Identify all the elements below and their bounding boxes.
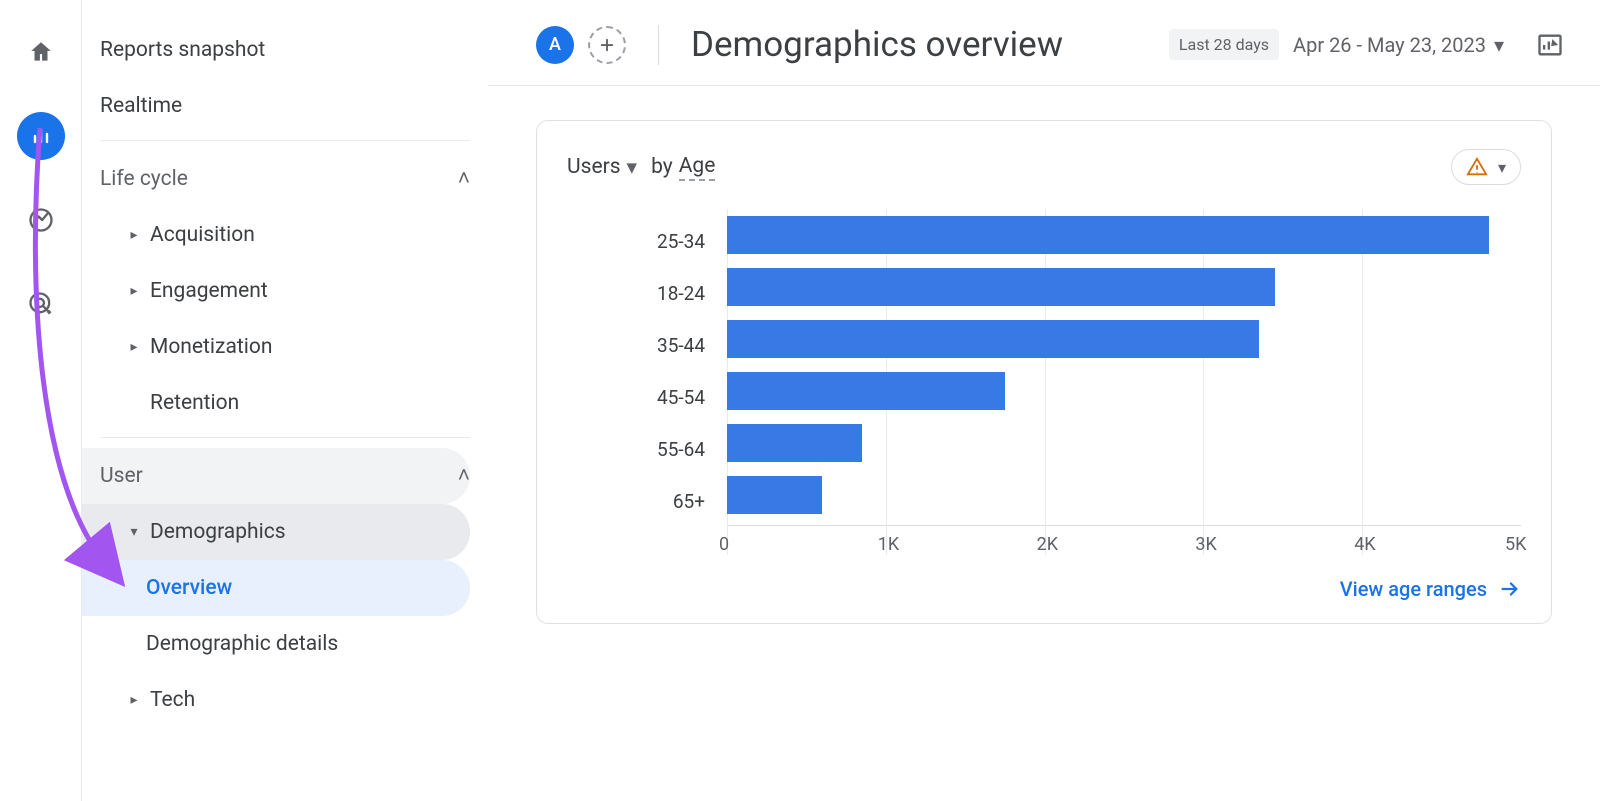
nav-label: Demographic details xyxy=(146,632,338,656)
y-tick-label: 18-24 xyxy=(567,267,727,319)
chevron-up-icon: ˄ xyxy=(458,167,470,191)
account-chip[interactable]: A xyxy=(536,26,574,64)
bars xyxy=(727,209,1521,521)
divider xyxy=(100,437,470,438)
bar-row xyxy=(727,209,1521,261)
sidebar-item-engagement[interactable]: ▸Engagement xyxy=(82,263,470,319)
sidebar-item-realtime[interactable]: Realtime xyxy=(82,78,470,134)
x-axis-labels: 01K2K3K4K5K xyxy=(727,525,1521,555)
nav-label: Life cycle xyxy=(100,167,188,191)
y-tick-label: 65+ xyxy=(567,475,727,527)
plus-icon xyxy=(598,36,616,54)
bar[interactable] xyxy=(727,268,1275,306)
bar-row xyxy=(727,365,1521,417)
date-range-picker[interactable]: Apr 26 - May 23, 2023 ▾ xyxy=(1293,33,1504,57)
add-comparison-button[interactable] xyxy=(588,26,626,64)
bar-row xyxy=(727,313,1521,365)
caret-right-icon: ▸ xyxy=(122,283,146,299)
nav-label: Reports snapshot xyxy=(100,38,265,62)
caret-right-icon: ▸ xyxy=(122,227,146,243)
main: A Demographics overview Last 28 days Apr… xyxy=(488,0,1600,801)
sidebar-item-demographics[interactable]: ▾Demographics xyxy=(82,504,470,560)
sidebar-section-lifecycle[interactable]: Life cycle ˄ xyxy=(82,151,470,207)
bar[interactable] xyxy=(727,372,1005,410)
caret-down-icon: ▾ xyxy=(122,524,146,540)
sidebar-section-user[interactable]: User ˄ xyxy=(82,448,470,504)
divider xyxy=(658,25,659,65)
nav-label: Demographics xyxy=(150,520,286,544)
nav-label: Engagement xyxy=(150,279,268,303)
x-tick-label: 4K xyxy=(1354,526,1513,555)
nav-label: Acquisition xyxy=(150,223,255,247)
x-tick-label: 3K xyxy=(1195,526,1354,555)
chevron-down-icon: ▾ xyxy=(1494,33,1504,57)
sidebar-item-demographic-details[interactable]: Demographic details xyxy=(82,616,470,672)
nav-label: Retention xyxy=(150,391,239,415)
view-age-ranges-link[interactable]: View age ranges xyxy=(1340,577,1521,601)
card-header: Users ▾ by Age ▾ xyxy=(567,149,1521,185)
warning-icon xyxy=(1466,156,1488,178)
nav-label: Tech xyxy=(150,688,195,712)
x-tick-label: 0 xyxy=(719,526,878,555)
metric-selector[interactable]: Users ▾ by Age xyxy=(567,154,715,181)
date-range-text: Apr 26 - May 23, 2023 xyxy=(1293,33,1486,57)
nav-label: Monetization xyxy=(150,335,272,359)
metric-name: Users xyxy=(567,155,621,179)
x-tick-label: 1K xyxy=(878,526,1037,555)
sidebar-item-tech[interactable]: ▸Tech xyxy=(82,672,470,728)
bar[interactable] xyxy=(727,320,1259,358)
content: Users ▾ by Age ▾ 25-3418-2435-4445-5455-… xyxy=(488,86,1600,658)
nav-label: Overview xyxy=(146,576,232,600)
chevron-down-icon: ▾ xyxy=(1498,158,1506,177)
y-axis-labels: 25-3418-2435-4445-5455-6465+ xyxy=(567,209,727,555)
y-tick-label: 25-34 xyxy=(567,215,727,267)
nav-label: User xyxy=(100,464,143,488)
dimension-name: Age xyxy=(679,154,716,181)
date-range-badge: Last 28 days xyxy=(1169,29,1279,60)
y-tick-label: 55-64 xyxy=(567,423,727,475)
page-title: Demographics overview xyxy=(691,24,1155,65)
sidebar-item-monetization[interactable]: ▸Monetization xyxy=(82,319,470,375)
divider xyxy=(100,140,470,141)
y-tick-label: 45-54 xyxy=(567,371,727,423)
card-footer: View age ranges xyxy=(567,577,1521,601)
sidebar-item-acquisition[interactable]: ▸Acquisition xyxy=(82,207,470,263)
nav-label: Realtime xyxy=(100,94,182,118)
sidebar-item-reports-snapshot[interactable]: Reports snapshot xyxy=(82,22,470,78)
nav-rail xyxy=(0,0,82,801)
caret-right-icon: ▸ xyxy=(122,692,146,708)
home-icon[interactable] xyxy=(17,28,65,76)
reports-icon[interactable] xyxy=(17,112,65,160)
y-tick-label: 35-44 xyxy=(567,319,727,371)
arrow-right-icon xyxy=(1499,578,1521,600)
advertising-icon[interactable] xyxy=(17,280,65,328)
explore-icon[interactable] xyxy=(17,196,65,244)
bar-row xyxy=(727,469,1521,521)
sidebar-item-demographics-overview[interactable]: Overview xyxy=(82,560,470,616)
bar[interactable] xyxy=(727,476,822,514)
chevron-down-icon: ▾ xyxy=(627,155,638,180)
bar-chart: 25-3418-2435-4445-5455-6465+ 01K2K3K4K5K xyxy=(567,209,1521,555)
data-quality-indicator[interactable]: ▾ xyxy=(1451,149,1521,185)
by-word: by xyxy=(651,155,673,179)
bar[interactable] xyxy=(727,216,1489,254)
sidebar: Reports snapshot Realtime Life cycle ˄ ▸… xyxy=(82,0,488,801)
caret-right-icon: ▸ xyxy=(122,339,146,355)
x-tick-label: 2K xyxy=(1037,526,1196,555)
sidebar-item-retention[interactable]: Retention xyxy=(82,375,470,431)
bar[interactable] xyxy=(727,424,862,462)
users-by-age-card: Users ▾ by Age ▾ 25-3418-2435-4445-5455-… xyxy=(536,120,1552,624)
header: A Demographics overview Last 28 days Apr… xyxy=(488,0,1600,86)
bar-row xyxy=(727,417,1521,469)
customize-report-button[interactable] xyxy=(1536,31,1564,59)
chevron-up-icon: ˄ xyxy=(458,464,470,488)
chip-letter: A xyxy=(549,34,561,55)
bar-row xyxy=(727,261,1521,313)
plot-area: 01K2K3K4K5K xyxy=(727,209,1521,555)
edit-chart-icon xyxy=(1536,31,1564,59)
link-text: View age ranges xyxy=(1340,577,1487,601)
